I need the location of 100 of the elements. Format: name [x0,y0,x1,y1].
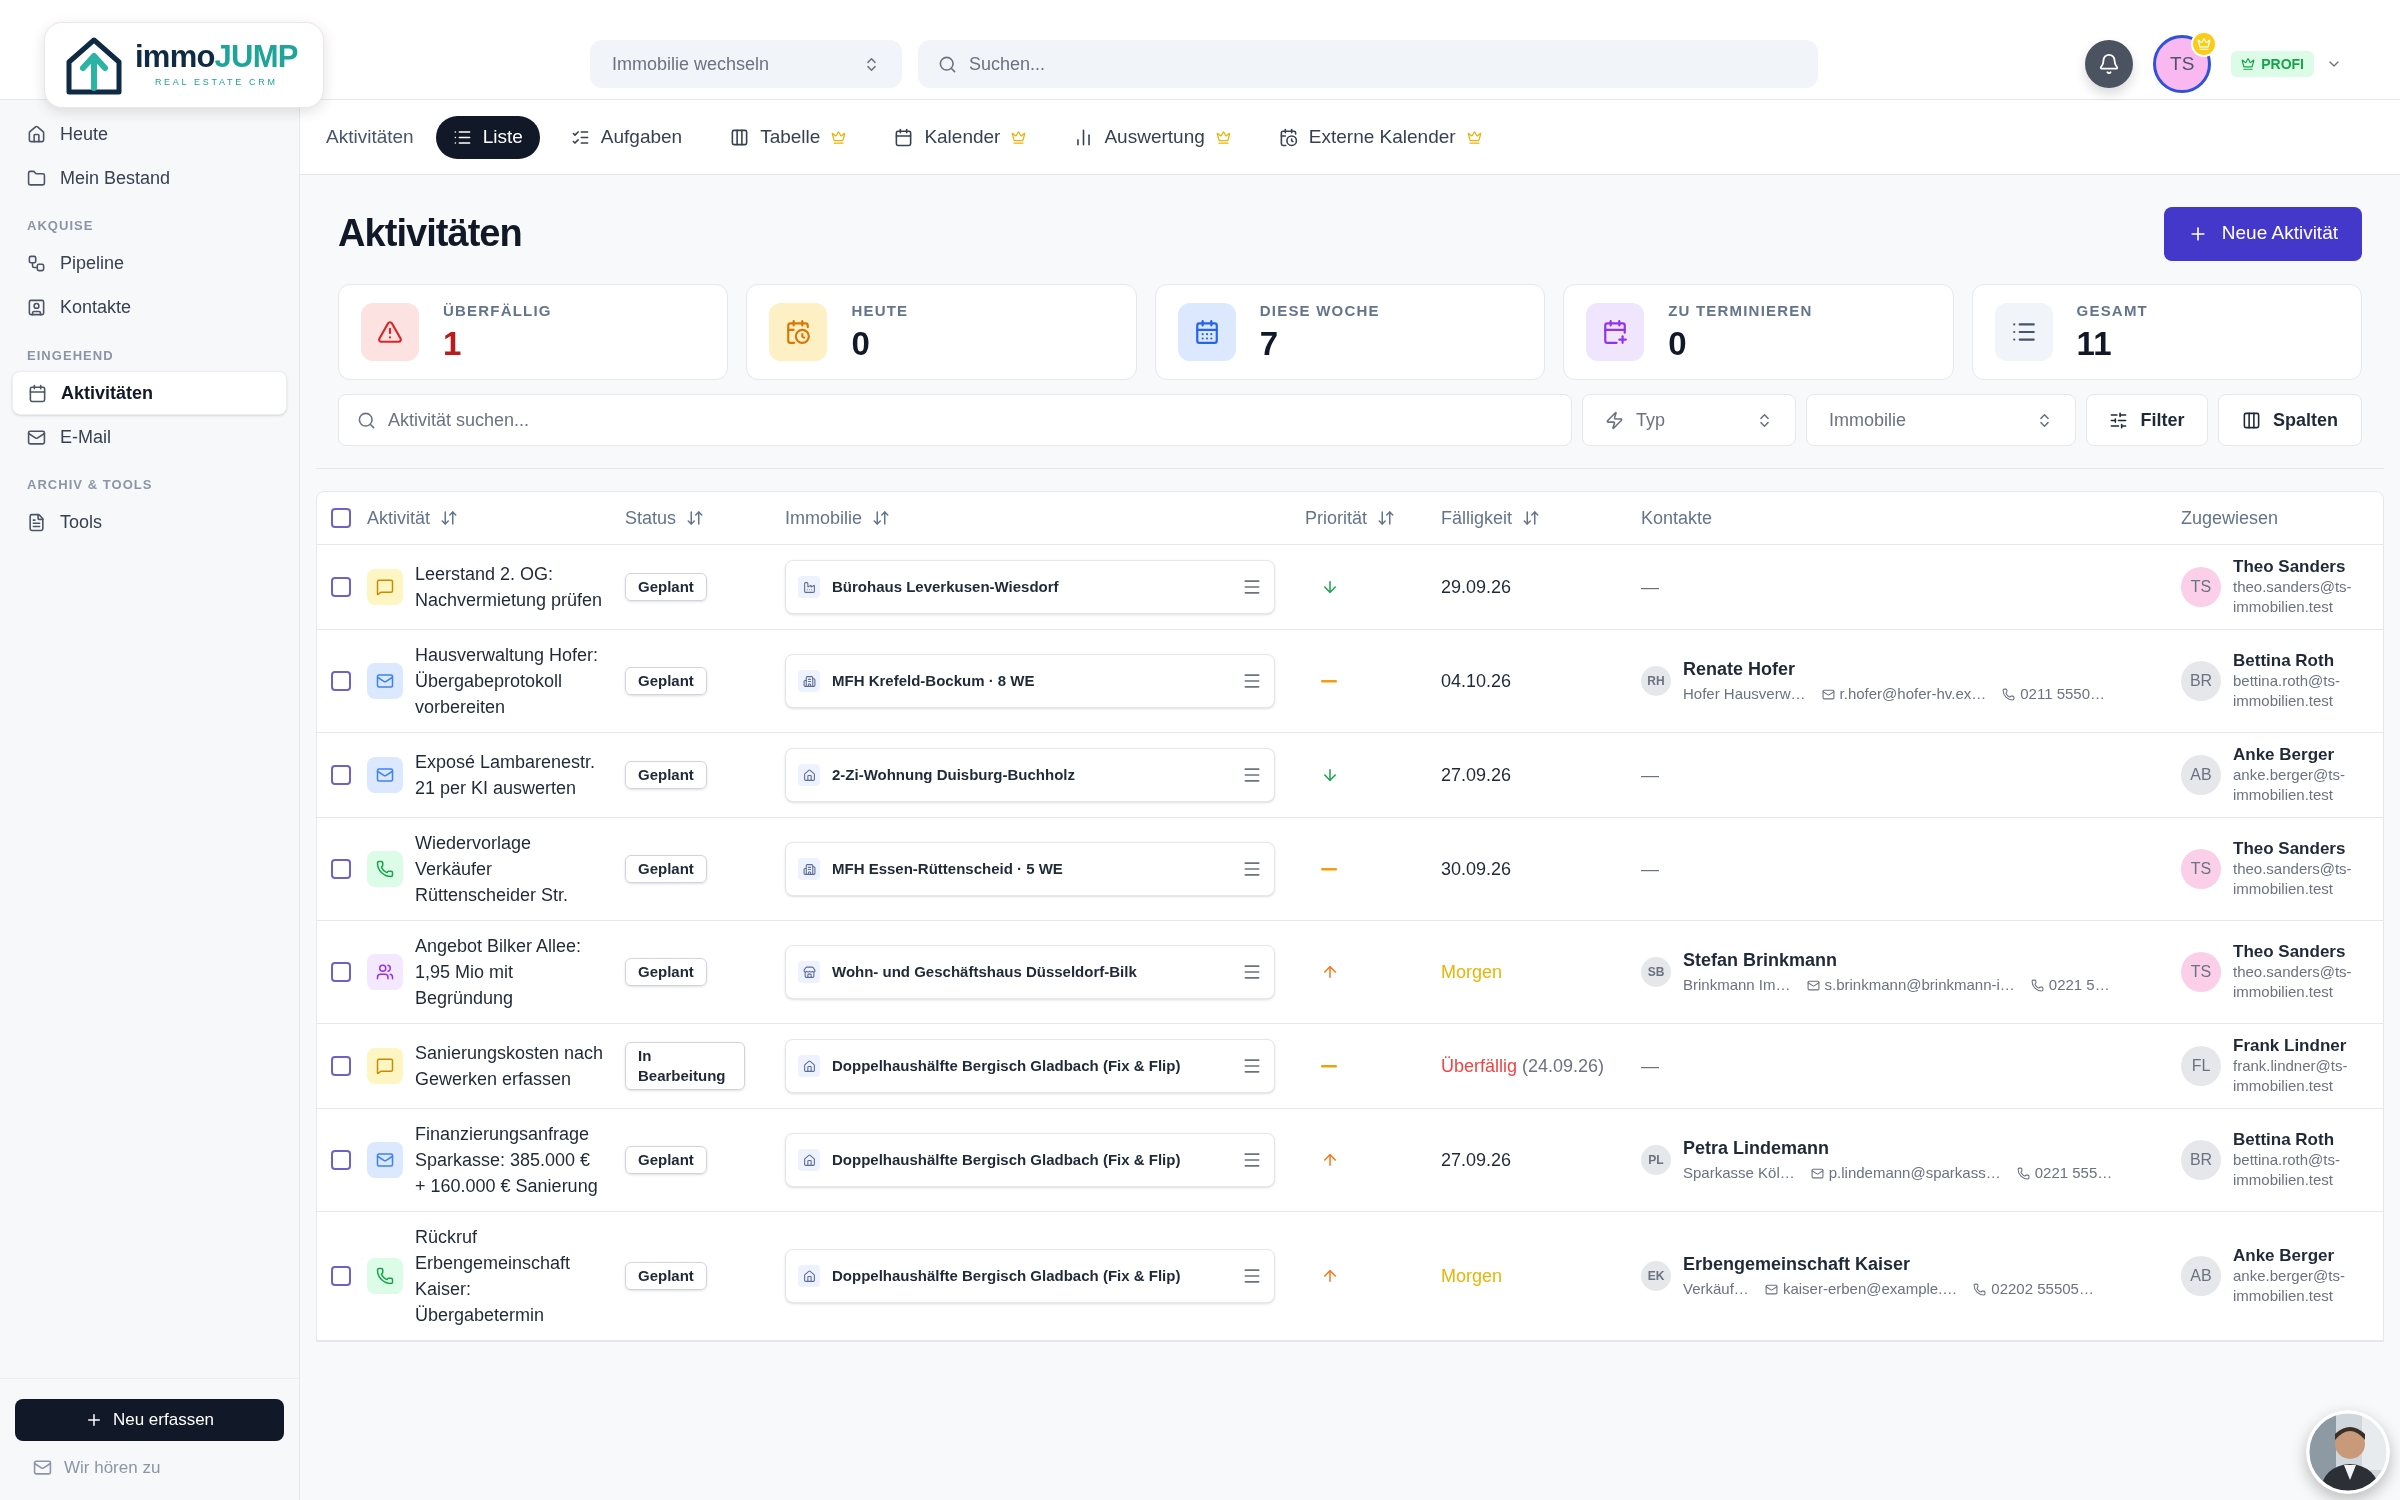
menu-icon[interactable] [1242,1150,1262,1170]
checkbox[interactable] [331,1056,351,1076]
view-tab[interactable]: Externe Kalender [1261,115,1499,159]
view-tab[interactable]: Kalender [877,115,1044,159]
menu-icon[interactable] [1242,859,1262,879]
view-tab[interactable]: Aufgaben [553,115,700,159]
property-card[interactable]: MFH Essen-Rüttenscheid · 5 WE [785,842,1275,896]
activity-title[interactable]: Exposé Lambarenestr. 21 per KI auswerten [415,749,625,801]
calendar-icon [894,127,914,147]
property-card[interactable]: Doppelhaushälfte Bergisch Gladbach (Fix & Flip) [785,1039,1275,1093]
type-select[interactable]: Typ [1582,394,1796,446]
sort-icon[interactable] [872,509,891,527]
column-header[interactable]: Priorität [1305,504,1367,532]
property-card[interactable]: Bürohaus Leverkusen-Wiesdorf [785,560,1275,614]
menu-icon[interactable] [1242,962,1262,982]
view-tab[interactable]: Liste [435,115,540,159]
menu-icon[interactable] [1242,671,1262,691]
contact-name[interactable]: Erbengemeinschaft Kaiser [1683,1251,2094,1279]
phone-icon [2016,1167,2030,1180]
activity-title[interactable]: Finanzierungsanfrage Sparkasse: 385.000 € + 160.000 € Sanierung [415,1121,625,1199]
checkbox[interactable] [331,577,351,597]
stat-value: 1 [443,323,463,364]
stat-label: HEUTE [851,301,909,322]
checkbox[interactable] [331,671,351,691]
contact-company: Verkäuf… [1683,1279,1749,1300]
view-tab[interactable]: Tabelle [713,115,864,159]
checkbox[interactable] [331,962,351,982]
contact-phone[interactable]: 0221 5… [2048,974,2110,997]
contact-name[interactable]: Stefan Brinkmann [1683,947,2110,975]
contact-name[interactable]: Renate Hofer [1683,656,2106,684]
property-card[interactable]: Doppelhaushälfte Bergisch Gladbach (Fix & Flip) [785,1249,1275,1303]
mail-icon [1806,979,1820,992]
assignee-email: frank.lindner@ts-immobilien.test [2233,1056,2349,1096]
activity-title[interactable]: Rückruf Erbengemeinschaft Kaiser: Übergabetermin [415,1224,625,1328]
sidebar-item[interactable]: Pipeline [12,241,287,286]
column-header: Kontakte [1641,506,1713,530]
activity-title[interactable]: Leerstand 2. OG: Nachvermietung prüfen [415,561,625,613]
notifications-button[interactable] [2085,40,2134,88]
checkbox[interactable] [331,1266,351,1286]
contact-phone[interactable]: 02202 55505… [1991,1278,2094,1301]
new-entry-button[interactable]: Neu erfassen [15,1398,284,1441]
calendar-clock-icon [769,303,828,361]
column-header[interactable]: Fälligkeit [1441,504,1513,532]
contact-email[interactable]: kaiser-erben@example.… [1782,1278,1958,1301]
activity-title[interactable]: Hausverwaltung Hofer: Übergabeprotokoll vorbereiten [415,642,625,720]
property-select[interactable]: Immobilie wechseln [590,40,902,88]
assignee-avatar: AB [2181,755,2221,795]
checkbox[interactable] [331,765,351,785]
sort-icon[interactable] [686,509,705,527]
property-card[interactable]: Doppelhaushälfte Bergisch Gladbach (Fix & Flip) [785,1133,1275,1187]
menu-icon[interactable] [1242,765,1262,785]
menu-icon[interactable] [1242,1056,1262,1076]
sidebar-item[interactable]: Kontakte [12,285,287,330]
assignee-email: theo.sanders@ts-immobilien.test [2233,577,2353,617]
empty-contact: — [1641,764,1659,785]
column-header[interactable]: Immobilie [785,504,863,532]
column-header[interactable]: Aktivität [367,504,431,532]
menu-icon[interactable] [1242,577,1262,597]
sort-icon[interactable] [1377,509,1395,527]
calendar-plus-icon [1586,303,1645,361]
sort-icon[interactable] [440,509,459,527]
logo-tagline: REAL ESTATE CRM [153,75,279,89]
sidebar-item[interactable]: Mein Bestand [12,156,287,200]
sidebar-item[interactable]: E-Mail [12,415,287,459]
checkbox[interactable] [331,859,351,879]
column-header[interactable]: Status [625,504,677,532]
new-activity-button[interactable]: Neue Aktivität [2163,206,2362,261]
checkbox[interactable] [331,508,351,528]
menu-icon[interactable] [1242,1266,1262,1286]
sidebar-item[interactable]: Aktivitäten [12,371,287,415]
property-card[interactable]: Wohn- und Geschäftshaus Düsseldorf-Bilk [785,945,1275,999]
contact-email[interactable]: r.hofer@hofer-hv.ex… [1839,683,1987,706]
contact-phone[interactable]: 0221 555… [2034,1162,2113,1185]
property-card[interactable]: 2-Zi-Wohnung Duisburg-Buchholz [785,748,1275,802]
assignee-name: Theo Sanders [2233,942,2347,962]
user-avatar[interactable]: TS [2153,35,2212,93]
property-card[interactable]: MFH Krefeld-Bockum · 8 WE [785,654,1275,708]
activity-title[interactable]: Sanierungskosten nach Gewerken erfassen [415,1040,625,1092]
property-filter-select[interactable]: Immobilie [1806,394,2076,446]
columns-icon [2242,410,2261,430]
view-tab[interactable]: Auswertung [1057,115,1248,159]
sort-icon[interactable] [1522,509,1541,527]
logo-card[interactable]: immoJUMP REAL ESTATE CRM [44,22,324,108]
lightning-icon [1605,410,1624,430]
contact-name[interactable]: Petra Lindemann [1683,1135,2113,1163]
empty-contact: — [1641,1055,1659,1076]
sidebar-item[interactable]: Tools [12,500,287,545]
phone-icon [2002,688,2016,701]
activity-title[interactable]: Angebot Bilker Allee: 1,95 Mio mit Begründung [415,933,625,1011]
contact-phone[interactable]: 0211 5550… [2020,683,2106,706]
phone-icon [1973,1283,1987,1296]
activity-title[interactable]: Wiedervorlage Verkäufer Rüttenscheider Str. [415,830,625,908]
assignee-email: theo.sanders@ts-immobilien.test [2233,859,2353,899]
filter-button[interactable]: Filter [2086,394,2208,446]
checkbox[interactable] [331,1150,351,1170]
contact-email[interactable]: s.brinkmann@brinkmann-i… [1824,974,2015,997]
sidebar-item[interactable]: Heute [12,112,287,156]
contact-email[interactable]: p.lindemann@sparkass… [1828,1162,2001,1185]
columns-button[interactable]: Spalten [2218,394,2362,446]
assignee-avatar: TS [2181,567,2221,607]
